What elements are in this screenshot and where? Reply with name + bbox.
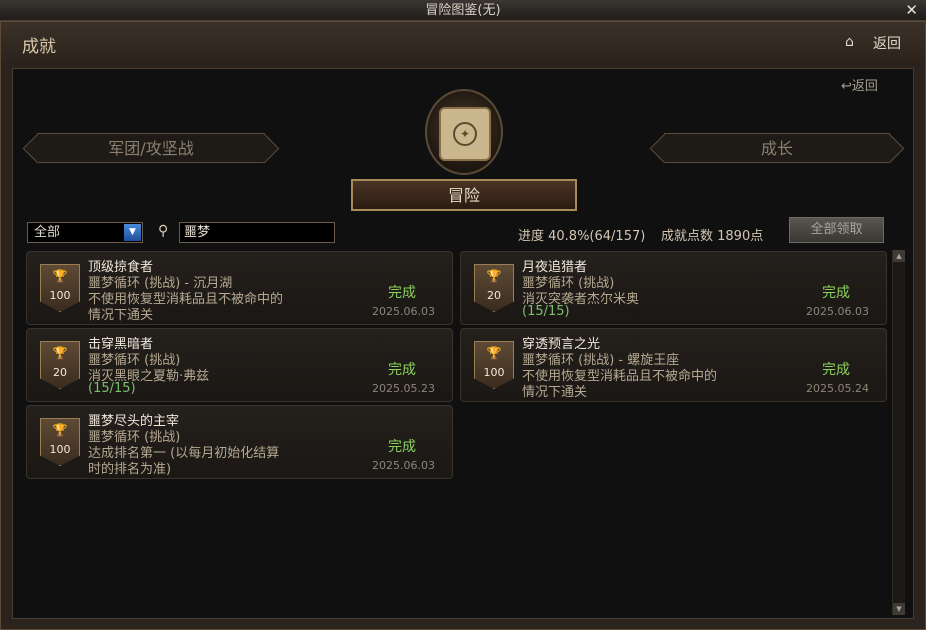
trophy-icon: 🏆 xyxy=(52,346,68,360)
badge-points: 100 xyxy=(49,289,71,302)
tab-legion[interactable]: 军团/攻坚战 xyxy=(37,133,265,163)
header-bar: 成就 ⌂ 返回 xyxy=(1,22,925,66)
achievement-count: (15/15) xyxy=(88,381,136,396)
trophy-icon: 🏆 xyxy=(486,346,502,360)
search-icon: ⚲ xyxy=(158,223,169,239)
completion-date: 2025.05.23 xyxy=(372,382,435,395)
trophy-icon: 🏆 xyxy=(52,423,68,437)
points-badge: 🏆 100 xyxy=(40,264,80,312)
achievement-desc: 情况下通关 xyxy=(88,308,154,323)
badge-points: 100 xyxy=(483,366,505,379)
category-dropdown[interactable]: 全部 ▼ xyxy=(27,222,143,243)
trophy-icon: 🏆 xyxy=(52,269,68,283)
status-complete: 完成 xyxy=(388,439,416,455)
achievement-desc: 时的排名为准) xyxy=(88,462,172,477)
achievement-card[interactable]: 🏆 100 噩梦尽头的主宰 噩梦循环 (挑战) 达成排名第一 (以每月初始化结算… xyxy=(26,405,453,479)
search-input[interactable]: 噩梦 xyxy=(179,222,335,243)
compass-icon: ✦ xyxy=(453,122,477,146)
status-complete: 完成 xyxy=(822,362,850,378)
achievement-card[interactable]: 🏆 100 顶级掠食者 噩梦循环 (挑战) - 沉月湖 不使用恢复型消耗品且不被… xyxy=(26,251,453,325)
close-icon[interactable]: ✕ xyxy=(905,0,918,21)
status-complete: 完成 xyxy=(388,362,416,378)
status-complete: 完成 xyxy=(388,285,416,301)
achievements-window: 成就 ⌂ 返回 ↩返回 军团/攻坚战 成长 ✦ 冒险 全部 ▼ ⚲ 噩梦 进度 … xyxy=(0,21,926,630)
points-badge: 🏆 100 xyxy=(474,341,514,389)
trophy-icon: 🏆 xyxy=(486,269,502,283)
points-badge: 🏆 100 xyxy=(40,418,80,466)
points-badge: 🏆 20 xyxy=(40,341,80,389)
achievement-count: (15/15) xyxy=(522,304,570,319)
completion-date: 2025.06.03 xyxy=(372,305,435,318)
list-scrollbar[interactable]: ▲ ▼ xyxy=(892,250,905,615)
scroll-up-icon[interactable]: ▲ xyxy=(893,250,905,262)
header-back-button[interactable]: 返回 xyxy=(873,33,901,53)
tab-growth[interactable]: 成长 xyxy=(664,133,890,163)
window-title: 冒险图鉴(无) xyxy=(425,3,501,18)
achievement-card[interactable]: 🏆 20 月夜追猎者 噩梦循环 (挑战) 消灭突袭者杰尔米奥 (15/15) 完… xyxy=(460,251,887,325)
badge-points: 20 xyxy=(53,366,67,379)
claim-all-button[interactable]: 全部领取 xyxy=(789,217,884,243)
completion-date: 2025.05.24 xyxy=(806,382,869,395)
completion-date: 2025.06.03 xyxy=(806,305,869,318)
achievement-card[interactable]: 🏆 20 击穿黑暗者 噩梦循环 (挑战) 消灭黑眼之夏勒·弗兹 (15/15) … xyxy=(26,328,453,402)
badge-points: 20 xyxy=(487,289,501,302)
category-selected: 全部 xyxy=(34,225,61,240)
home-icon[interactable]: ⌂ xyxy=(845,34,854,50)
chevron-down-icon[interactable]: ▼ xyxy=(124,224,141,241)
achievement-card[interactable]: 🏆 100 穿透预言之光 噩梦循环 (挑战) - 螺旋王座 不使用恢复型消耗品且… xyxy=(460,328,887,402)
window-titlebar: 冒险图鉴(无) ✕ xyxy=(0,0,926,21)
achievement-desc: 情况下通关 xyxy=(522,385,588,400)
points-badge: 🏆 20 xyxy=(474,264,514,312)
completion-date: 2025.06.03 xyxy=(372,459,435,472)
adventure-emblem: ✦ xyxy=(425,89,503,175)
scroll-icon: ✦ xyxy=(439,107,491,161)
badge-points: 100 xyxy=(49,443,71,456)
panel-back-label: 返回 xyxy=(851,79,878,94)
panel-back-button[interactable]: ↩返回 xyxy=(841,75,878,94)
achievement-panel: ↩返回 军团/攻坚战 成长 ✦ 冒险 全部 ▼ ⚲ 噩梦 进度 40.8%(64… xyxy=(12,68,914,619)
tab-adventure[interactable]: 冒险 xyxy=(351,179,577,211)
back-arrow-icon: ↩ xyxy=(841,79,852,94)
progress-text: 进度 40.8%(64/157) xyxy=(518,229,646,244)
status-complete: 完成 xyxy=(822,285,850,301)
page-title: 成就 xyxy=(22,37,56,57)
achievement-points: 成就点数 1890点 xyxy=(661,229,764,244)
scroll-down-icon[interactable]: ▼ xyxy=(893,603,905,615)
